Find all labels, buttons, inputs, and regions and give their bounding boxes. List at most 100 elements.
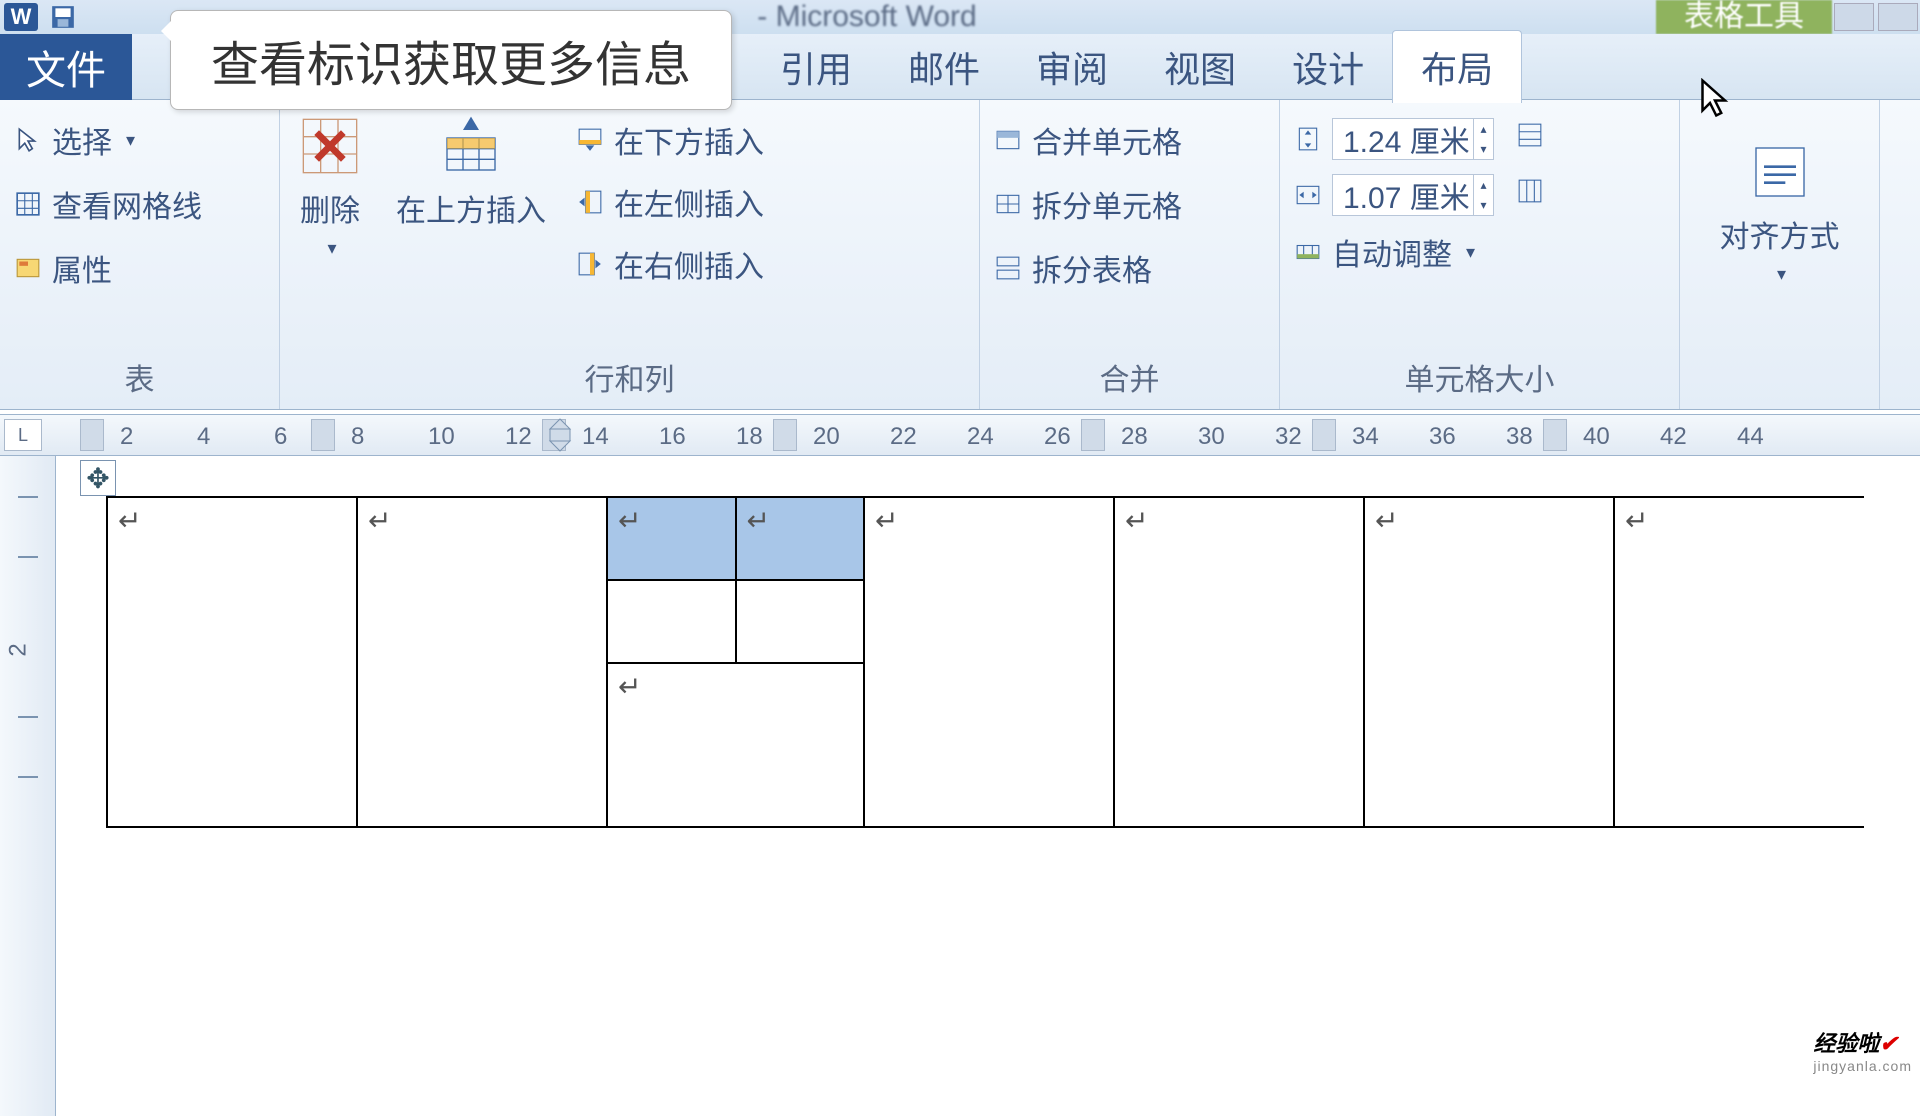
table-cell-selected[interactable]: ↵ — [607, 497, 736, 580]
insert-left-label: 在左侧插入 — [614, 180, 764, 224]
ruler-tick: 14 — [582, 423, 609, 451]
ruler-tick: 6 — [274, 423, 287, 451]
spinner-up-icon[interactable]: ▴ — [1473, 175, 1493, 195]
table-cell[interactable]: ↵ — [107, 497, 357, 827]
properties-label: 属性 — [52, 246, 112, 290]
group-cell-size: 1.24 厘米 ▴▾ 1.07 厘米 ▴▾ 自动调整 — [1280, 100, 1680, 409]
ruler-tick: 4 — [197, 423, 210, 451]
col-width-icon — [1294, 182, 1322, 208]
ruler-tick: 16 — [659, 423, 686, 451]
table-cell[interactable] — [736, 580, 865, 663]
ribbon: 选择 查看网格线 属性 表 删除 在上方插入 — [0, 100, 1920, 410]
ruler-tick: 12 — [505, 423, 532, 451]
tab-mailings[interactable]: 邮件 — [880, 31, 1008, 103]
width-value: 1.07 厘米 — [1333, 173, 1473, 217]
ruler-column-marker[interactable] — [311, 419, 335, 451]
autofit-button[interactable]: 自动调整 — [1290, 230, 1498, 274]
qat-save-button[interactable] — [48, 3, 78, 31]
height-value: 1.24 厘米 — [1333, 117, 1473, 161]
insert-right-button[interactable]: 在右侧插入 — [572, 242, 768, 286]
insert-left-button[interactable]: 在左侧插入 — [572, 180, 768, 224]
row-height-control[interactable]: 1.24 厘米 ▴▾ — [1290, 118, 1498, 160]
table-cell[interactable]: ↵ — [607, 663, 864, 827]
split-table-button[interactable]: 拆分表格 — [990, 246, 1186, 290]
table-cell[interactable]: ↵ — [1614, 497, 1864, 827]
insert-above-button[interactable]: 在上方插入 — [388, 112, 554, 232]
tab-review[interactable]: 审阅 — [1008, 31, 1136, 103]
horizontal-ruler[interactable]: L 24681012141618202224262830323436384042… — [0, 414, 1920, 456]
ruler-tick: 24 — [967, 423, 994, 451]
word-table[interactable]: ↵ ↵ ↵ ↵ ↵ ↵ ↵ ↵ ↵ — [106, 496, 1864, 828]
tab-design[interactable]: 设计 — [1264, 31, 1392, 103]
insert-below-label: 在下方插入 — [614, 118, 764, 162]
autofit-icon — [1294, 239, 1322, 265]
insert-left-icon — [576, 189, 604, 215]
table-cell[interactable]: ↵ — [1114, 497, 1364, 827]
ruler-column-marker[interactable] — [773, 419, 797, 451]
ruler-column-marker[interactable] — [80, 419, 104, 451]
ruler-tick: 30 — [1198, 423, 1225, 451]
col-width-control[interactable]: 1.07 厘米 ▴▾ — [1290, 174, 1498, 216]
page[interactable]: ✥ ↵ ↵ ↵ ↵ ↵ ↵ ↵ ↵ ↵ — [56, 456, 1920, 1116]
height-spinner[interactable]: 1.24 厘米 ▴▾ — [1332, 118, 1494, 160]
table-cell[interactable]: ↵ — [357, 497, 607, 827]
table-move-handle[interactable]: ✥ — [80, 460, 116, 496]
table-cell[interactable] — [607, 580, 736, 663]
spinner-up-icon[interactable]: ▴ — [1473, 119, 1493, 139]
insert-below-button[interactable]: 在下方插入 — [572, 118, 768, 162]
watermark: 经验啦✔ jingyanla.com — [1813, 1026, 1912, 1074]
table-cell[interactable]: ↵ — [864, 497, 1114, 827]
ruler-tick: 18 — [736, 423, 763, 451]
vruler-tick: 2 — [5, 643, 33, 656]
width-spinner[interactable]: 1.07 厘米 ▴▾ — [1332, 174, 1494, 216]
group-rowscols-label: 行和列 — [280, 351, 979, 409]
ruler-column-marker[interactable] — [1312, 419, 1336, 451]
indent-marker[interactable] — [545, 415, 575, 455]
save-icon — [49, 4, 77, 30]
ruler-tick: 32 — [1275, 423, 1302, 451]
cursor-icon — [14, 127, 42, 153]
tab-selector[interactable]: L — [4, 419, 42, 451]
ruler-tick: 22 — [890, 423, 917, 451]
ruler-tick: 10 — [428, 423, 455, 451]
vertical-ruler[interactable]: 2 — [0, 456, 56, 1116]
title-bar: W 查看标识获取更多信息 - Microsoft Word 表格工具 — [0, 0, 1920, 34]
distribute-rows-icon[interactable] — [1516, 122, 1544, 148]
properties-button[interactable]: 属性 — [10, 246, 206, 290]
ruler-tick: 2 — [120, 423, 133, 451]
alignment-button[interactable]: 对齐方式 — [1712, 138, 1848, 287]
maximize-button[interactable] — [1878, 3, 1918, 31]
split-cells-label: 拆分单元格 — [1032, 182, 1182, 226]
delete-icon — [298, 114, 362, 178]
gridlines-button[interactable]: 查看网格线 — [10, 182, 206, 226]
ruler-tick: 34 — [1352, 423, 1379, 451]
table-cell[interactable]: ↵ — [1364, 497, 1614, 827]
select-label: 选择 — [52, 118, 112, 162]
tab-view[interactable]: 视图 — [1136, 31, 1264, 103]
tab-layout[interactable]: 布局 — [1392, 30, 1522, 103]
delete-button[interactable]: 删除 — [290, 112, 370, 261]
ruler-column-marker[interactable] — [1543, 419, 1567, 451]
merge-cells-button[interactable]: 合并单元格 — [990, 118, 1186, 162]
tab-references[interactable]: 引用 — [752, 31, 880, 103]
row-height-icon — [1294, 126, 1322, 152]
ruler-tick: 40 — [1583, 423, 1610, 451]
ruler-tick: 26 — [1044, 423, 1071, 451]
select-button[interactable]: 选择 — [10, 118, 206, 162]
spinner-down-icon[interactable]: ▾ — [1473, 139, 1493, 159]
ruler-tick: 8 — [351, 423, 364, 451]
distribute-cols-icon[interactable] — [1516, 178, 1544, 204]
spinner-down-icon[interactable]: ▾ — [1473, 195, 1493, 215]
ruler-column-marker[interactable] — [1081, 419, 1105, 451]
ruler-tick: 38 — [1506, 423, 1533, 451]
table-cell-selected[interactable]: ↵ — [736, 497, 865, 580]
group-rows-cols: 删除 在上方插入 在下方插入 在左侧插入 在右侧插入 — [280, 100, 980, 409]
grid-icon — [14, 191, 42, 217]
minimize-button[interactable] — [1834, 3, 1874, 31]
merge-cells-label: 合并单元格 — [1032, 118, 1182, 162]
split-table-icon — [994, 255, 1022, 281]
tab-file[interactable]: 文件 — [0, 34, 132, 100]
split-cells-button[interactable]: 拆分单元格 — [990, 182, 1186, 226]
ruler-tick: 42 — [1660, 423, 1687, 451]
group-alignment: 对齐方式 — [1680, 100, 1880, 409]
